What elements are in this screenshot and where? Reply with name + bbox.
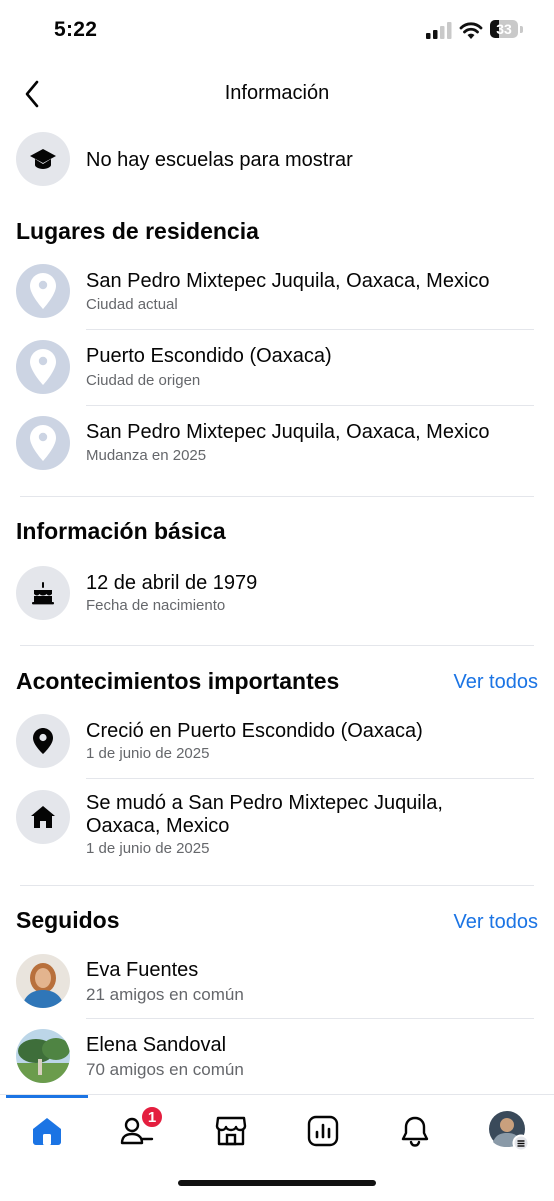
residence-label: Ciudad de origen (86, 372, 201, 389)
residence-label: Ciudad actual (86, 296, 178, 313)
signal-icon (426, 22, 452, 39)
location-pin-icon (16, 264, 70, 318)
life-event-date: 1 de junio de 2025 (86, 745, 210, 762)
life-events-section-title: Acontecimientos importantes (16, 668, 340, 694)
status-time: 5:22 (54, 18, 98, 41)
life-events-see-all-link[interactable]: Ver todos (453, 671, 538, 694)
following-mutual: 21 amigos en común (86, 985, 244, 1004)
divider (86, 329, 534, 330)
residence-section-title: Lugares de residencia (16, 218, 259, 244)
tab-dashboard[interactable] (298, 1109, 348, 1153)
list-item[interactable]: Eva Fuentes 21 amigos en común (0, 954, 554, 1010)
location-pin-icon (16, 714, 70, 768)
battery-level: 33 (496, 21, 512, 37)
residence-place: Puerto Escondido (Oaxaca) (86, 345, 332, 367)
education-text: No hay escuelas para mostrar (86, 149, 353, 171)
divider (86, 1018, 534, 1019)
battery-icon: 33 (490, 20, 524, 40)
notification-badge: 1 (140, 1105, 164, 1129)
residence-place: San Pedro Mixtepec Juquila, Oaxaca, Mexi… (86, 421, 490, 443)
list-item[interactable]: Elena Sandoval 70 amigos en común (0, 1029, 554, 1085)
tab-home[interactable] (22, 1109, 72, 1153)
tab-marketplace[interactable] (206, 1109, 256, 1153)
location-pin-icon (16, 340, 70, 394)
life-event-title: Se mudó a San Pedro Mixtepec Juquila, (86, 792, 443, 814)
birthday-cake-icon (16, 566, 70, 620)
active-tab-indicator (6, 1095, 88, 1098)
list-item[interactable]: Creció en Puerto Escondido (Oaxaca) 1 de… (0, 714, 554, 770)
profile-avatar (489, 1111, 530, 1152)
house-icon (16, 790, 70, 844)
page-header: Información (0, 64, 554, 124)
following-name: Elena Sandoval (86, 1034, 227, 1056)
following-section-title: Seguidos (16, 907, 120, 933)
marketplace-icon (215, 1116, 247, 1146)
following-see-all-link[interactable]: Ver todos (453, 911, 538, 934)
section-divider (20, 645, 534, 646)
divider (86, 778, 534, 779)
section-divider (20, 885, 534, 886)
home-indicator (178, 1180, 376, 1186)
following-mutual: 70 amigos en común (86, 1060, 244, 1079)
avatar (16, 1029, 70, 1083)
dashboard-icon (307, 1115, 339, 1147)
birthday-label: Fecha de nacimiento (86, 597, 226, 614)
home-icon (33, 1118, 61, 1145)
residence-label: Mudanza en 2025 (86, 447, 207, 464)
residence-place: San Pedro Mixtepec Juquila, Oaxaca, Mexi… (86, 270, 490, 292)
list-item[interactable]: San Pedro Mixtepec Juquila, Oaxaca, Mexi… (0, 264, 554, 320)
life-event-title: Creció en Puerto Escondido (Oaxaca) (86, 720, 423, 742)
following-name: Eva Fuentes (86, 959, 199, 981)
status-bar: 5:22 33 (0, 0, 554, 60)
page-title: Información (224, 82, 330, 104)
section-divider (20, 496, 534, 497)
bell-icon (401, 1116, 429, 1147)
list-item[interactable]: San Pedro Mixtepec Juquila, Oaxaca, Mexi… (0, 416, 554, 472)
birthday-row: 12 de abril de 1979 Fecha de nacimiento (0, 566, 554, 622)
list-item[interactable]: Se mudó a San Pedro Mixtepec Juquila, Oa… (0, 790, 554, 862)
location-pin-icon (16, 416, 70, 470)
basic-info-section-title: Información básica (16, 518, 226, 544)
tab-profile[interactable] (484, 1109, 534, 1153)
birthday-value: 12 de abril de 1979 (86, 572, 258, 594)
education-row: No hay escuelas para mostrar (0, 132, 554, 188)
wifi-icon (459, 22, 483, 39)
life-event-title-line2: Oaxaca, Mexico (86, 815, 230, 837)
divider (86, 405, 534, 406)
list-item[interactable]: Puerto Escondido (Oaxaca) Ciudad de orig… (0, 340, 554, 396)
tab-notifications[interactable] (390, 1109, 440, 1153)
graduation-cap-icon (16, 132, 70, 186)
avatar (16, 954, 70, 1008)
life-event-date: 1 de junio de 2025 (86, 840, 210, 857)
